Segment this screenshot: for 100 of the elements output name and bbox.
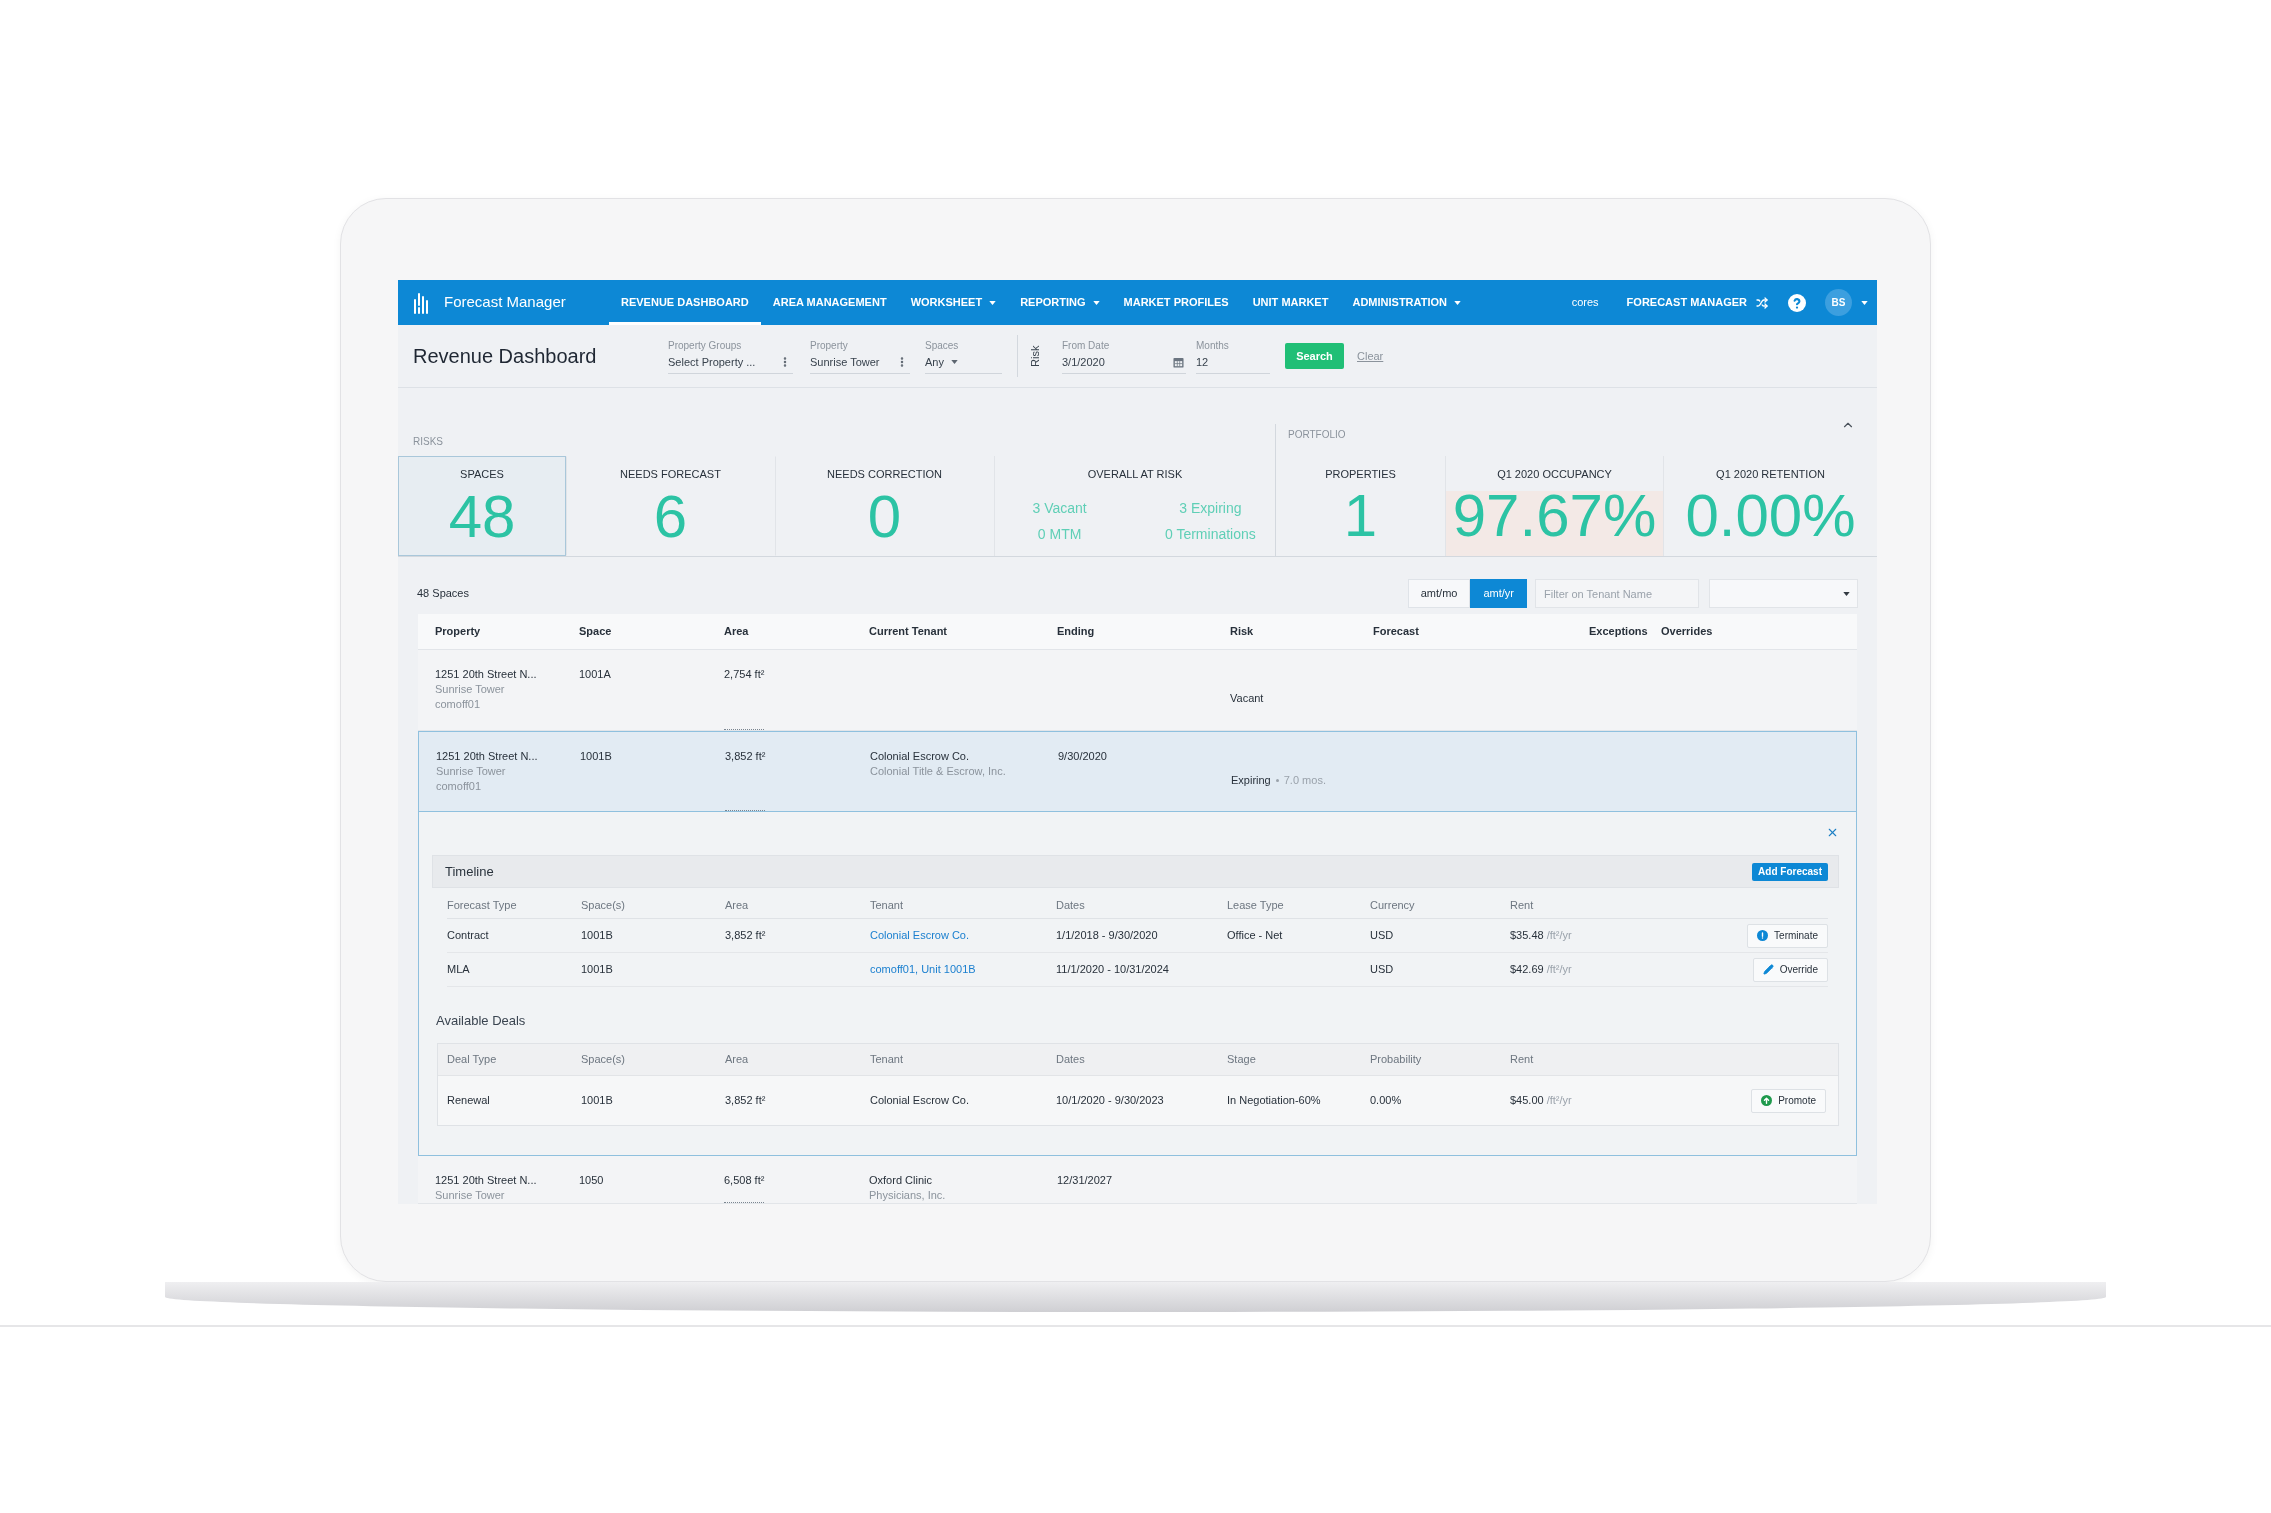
stat-value: 48 [448, 492, 516, 552]
dropdown-field[interactable]: Select Property ... [668, 351, 793, 374]
add-forecast-button[interactable]: Add Forecast [1752, 862, 1828, 881]
tenant-company: Physicians, Inc. [869, 1188, 946, 1203]
table-cell-text: 1001B [581, 1093, 613, 1109]
column-header: Probability [1370, 1052, 1422, 1068]
nav-tab[interactable]: REVENUE DASHBOARD [609, 280, 761, 325]
table-cell-text: USD [1370, 962, 1394, 978]
table-cell-text: MLA [447, 962, 470, 978]
column-header: Stage [1227, 1052, 1256, 1068]
stat-label: PROPERTIES [1325, 467, 1396, 481]
section-title: RISKS [413, 436, 443, 447]
page-title: Revenue Dashboard [413, 344, 598, 368]
table-cell-text: 12/31/2027 [1057, 1173, 1113, 1188]
risk-count: 0 Terminations [1165, 525, 1256, 544]
terminate-button[interactable]: Terminate [1747, 923, 1828, 948]
tenant-company: Colonial Title & Escrow, Inc. [870, 764, 1006, 779]
column-header: Current Tenant [869, 624, 948, 640]
stat-label: NEEDS FORECAST [620, 467, 721, 481]
help-icon[interactable] [1788, 293, 1806, 312]
building-name: Sunrise Tower [436, 764, 506, 779]
arrow-up-circle-icon [1761, 1095, 1773, 1106]
property-code: comoff01 [436, 779, 482, 794]
override-button[interactable]: Override [1752, 957, 1828, 982]
select-field[interactable]: Any [925, 351, 1002, 374]
table-row[interactable]: 1251 20th Street N... Sunrise Tower 1050 6,508 ft² Oxford Clinic Physicians, Inc. 12/31/2027 [418, 1156, 1857, 1204]
stat-label: NEEDS CORRECTION [827, 467, 942, 481]
section-title: PORTFOLIO [1288, 428, 1346, 441]
table-row[interactable]: 1251 20th Street N... Sunrise Tower comoff01 1001B 3,852 ft² Colonial Escrow Co. Colonial Title & Escrow, Inc. 9/30/2020 Expiring 7.0 mos. [418, 731, 1857, 812]
section-title: Available Deals [435, 1013, 526, 1029]
risk-toggle[interactable]: Risk [1027, 345, 1045, 367]
building-name: Sunrise Tower [435, 682, 505, 697]
text-field[interactable]: 12 [1196, 351, 1270, 374]
field-label: Property Groups [668, 338, 742, 352]
caret-down-icon [1861, 300, 1868, 305]
risk-remaining: 7.0 mos. [1283, 772, 1326, 788]
column-header: Dates [1056, 897, 1085, 913]
table-cell-text: 10/1/2020 - 9/30/2023 [1056, 1093, 1164, 1109]
table-cell-text: 1001B [580, 749, 612, 764]
column-header: Exceptions [1589, 624, 1648, 640]
tenant-filter-field[interactable]: Filter on Tenant Name [1535, 579, 1699, 608]
close-icon[interactable] [1826, 826, 1839, 839]
stat-value: 0 [867, 492, 902, 552]
table-cell-text: 0.00% [1370, 1093, 1402, 1109]
unit-toggle[interactable]: amt/yr [1470, 579, 1527, 608]
table-cell-text: 11/1/2020 - 10/31/2024 [1056, 962, 1169, 978]
stat-value: 0.00% [1685, 491, 1856, 551]
nav-tab[interactable]: MARKET PROFILES [1111, 280, 1241, 325]
table-cell-text: 1001B [581, 962, 613, 978]
field-label: Months [1196, 338, 1229, 352]
stat-card[interactable]: SPACES 48 [398, 456, 566, 556]
nav-tab[interactable]: AREA MANAGEMENT [760, 280, 899, 325]
stat-label: SPACES [460, 467, 504, 481]
table-row[interactable]: 1251 20th Street N... Sunrise Tower comoff01 1001A 2,754 ft² Vacant [418, 650, 1857, 731]
risk-status: Vacant [1230, 691, 1264, 706]
risk-count: 3 Vacant [1032, 499, 1087, 518]
tenant-link[interactable]: comoff01, Unit 1001B [870, 961, 976, 978]
table-cell-text: Contract [447, 928, 489, 944]
column-header: Risk [1230, 624, 1254, 640]
rent-unit: /ft²/yr [1546, 962, 1572, 978]
calendar-icon [1173, 356, 1184, 368]
section-title: Timeline [445, 862, 494, 881]
nav-tab[interactable]: UNIT MARKET [1240, 280, 1341, 325]
table-cell-text: 1001B [581, 928, 613, 944]
nav-tab[interactable]: REPORTING [1008, 280, 1112, 325]
dropdown-field[interactable] [1709, 579, 1858, 608]
column-header: Forecast [1373, 624, 1419, 640]
tenant-link[interactable]: Colonial Escrow Co. [870, 927, 970, 944]
nav-tab[interactable]: ADMINISTRATION [1340, 280, 1473, 325]
area-value: 3,852 ft² [725, 749, 766, 811]
column-header: Currency [1370, 897, 1415, 913]
column-header: Overrides [1661, 624, 1713, 640]
organization-name: cores [1571, 295, 1599, 311]
app-switcher[interactable]: FORECAST MANAGER [1626, 294, 1768, 311]
column-header: Property [435, 624, 481, 640]
property-address: 1251 20th Street N... [435, 667, 537, 682]
rent-unit: /ft²/yr [1546, 928, 1572, 944]
table-cell-text: In Negotiation-60% [1227, 1093, 1321, 1109]
unit-toggle[interactable]: amt/mo [1407, 579, 1471, 608]
risk-count: 3 Expiring [1179, 499, 1242, 518]
column-header: Ending [1057, 624, 1095, 640]
caret-down-icon [1843, 591, 1850, 596]
column-header: Tenant [870, 897, 904, 913]
column-header: Space [579, 624, 612, 640]
date-field[interactable]: 3/1/2020 [1062, 351, 1186, 374]
rent-unit: /ft²/yr [1546, 1093, 1572, 1109]
logo-icon [413, 291, 429, 314]
column-header: Area [725, 1052, 749, 1068]
table-cell-text: 1001A [579, 667, 611, 682]
table-cell-text: 3,852 ft² [725, 928, 766, 944]
column-header: Lease Type [1227, 897, 1284, 913]
nav-tab[interactable]: WORKSHEET [898, 280, 1009, 325]
promote-button[interactable]: Promote [1751, 1088, 1826, 1113]
stat-label: Q1 2020 RETENTION [1716, 467, 1825, 481]
field-label: Spaces [925, 338, 959, 352]
building-name: Sunrise Tower [435, 1188, 505, 1203]
field-label: From Date [1062, 338, 1110, 352]
dropdown-field[interactable]: Sunrise Tower [810, 351, 910, 374]
stat-value: 6 [653, 492, 688, 552]
table-cell-text: 1/1/2018 - 9/30/2020 [1056, 928, 1158, 944]
